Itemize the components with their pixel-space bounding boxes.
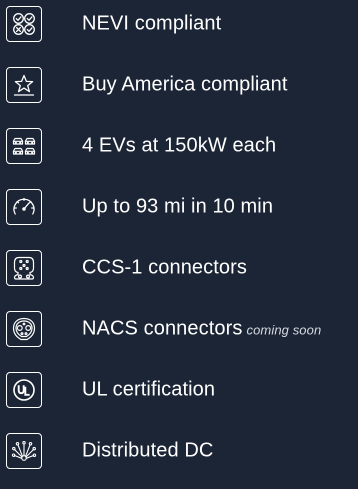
coming-soon-note: coming soon [246, 322, 322, 338]
feature-item-ul: UL certification [0, 366, 358, 414]
feature-label: Buy America compliant [82, 73, 288, 96]
feature-label: NACS connectors coming soon [82, 318, 321, 341]
nevi-checks-icon [6, 6, 42, 42]
feature-label: CCS-1 connectors [82, 256, 247, 279]
feature-label: Distributed DC [82, 439, 214, 462]
feature-label: UL certification [82, 378, 216, 401]
feature-label: 4 EVs at 150kW each [82, 134, 277, 157]
feature-label-text: NACS connectors [82, 317, 243, 340]
distributed-dc-icon [6, 433, 42, 469]
feature-item-ccs1: CCS-1 connectors [0, 244, 358, 292]
feature-item-buy-america: Buy America compliant [0, 61, 358, 109]
feature-item-nacs: NACS connectors coming soon [0, 305, 358, 353]
feature-label: NEVI compliant [82, 12, 222, 35]
feature-item-range: Up to 93 mi in 10 min [0, 183, 358, 231]
feature-item-distributed-dc: Distributed DC [0, 427, 358, 475]
ccs1-connector-icon [6, 250, 42, 286]
ul-logo-icon [6, 372, 42, 408]
cars-icon [6, 128, 42, 164]
speedometer-icon [6, 189, 42, 225]
feature-list: NEVI compliant Buy America compliant 4 E… [0, 0, 358, 489]
nacs-connector-icon [6, 311, 42, 347]
feature-label: Up to 93 mi in 10 min [82, 195, 274, 218]
feature-item-nevi: NEVI compliant [0, 0, 358, 48]
feature-item-evs: 4 EVs at 150kW each [0, 122, 358, 170]
star-icon [6, 67, 42, 103]
